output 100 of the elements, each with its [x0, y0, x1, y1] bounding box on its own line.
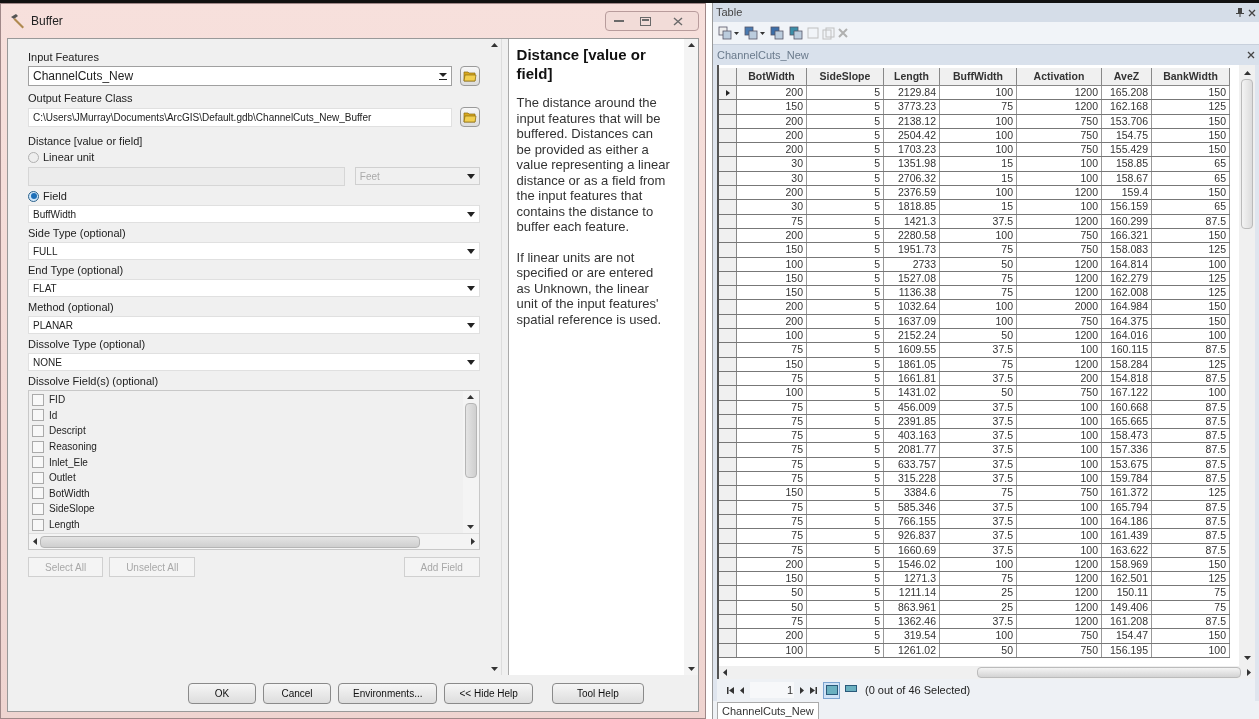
tool-help-button[interactable]: Tool Help — [551, 682, 644, 704]
scroll-arrow-icon[interactable] — [1247, 669, 1251, 676]
close-icon[interactable] — [1247, 51, 1255, 59]
table-cell: 150.11 — [1102, 586, 1152, 600]
scroll-thumb[interactable] — [1241, 79, 1253, 229]
parameter-label: End Type (optional) — [28, 264, 125, 277]
record-number-field[interactable]: 1 — [750, 682, 794, 698]
table-cell: 75 — [940, 100, 1017, 114]
help-scrollbar[interactable] — [684, 39, 698, 675]
dropdown-field[interactable]: FLAT — [28, 279, 480, 297]
table-cell: 5 — [807, 543, 884, 557]
dialog-button[interactable]: Cancel — [263, 682, 331, 704]
horizontal-scrollbar[interactable] — [719, 666, 1255, 679]
scroll-thumb[interactable] — [464, 403, 477, 478]
field-checkbox[interactable]: Descript — [32, 423, 463, 439]
radio-button[interactable] — [28, 190, 39, 202]
dropdown-arrow-icon — [438, 72, 447, 80]
column-header[interactable]: AveZ — [1102, 68, 1152, 85]
browse-folder-button[interactable] — [459, 107, 480, 127]
table-cell: 3384.6 — [884, 486, 940, 500]
scroll-arrow-icon[interactable] — [490, 43, 498, 47]
table-cell: 37.5 — [940, 500, 1017, 514]
input-features-combo[interactable]: ChannelCuts_New — [28, 66, 452, 86]
table-cell: 1951.73 — [884, 243, 940, 257]
column-header[interactable]: Length — [884, 68, 940, 85]
table-cell: 585.346 — [884, 500, 940, 514]
field-checkbox[interactable]: Length — [32, 516, 463, 533]
table-cell: 150 — [737, 271, 807, 286]
first-record-icon[interactable] — [727, 686, 734, 694]
scroll-arrow-icon[interactable] — [687, 43, 695, 47]
dropdown-field[interactable]: BuffWidth — [28, 205, 480, 223]
vertical-scrollbar[interactable] — [1239, 65, 1255, 666]
field-checkbox[interactable]: Id — [32, 407, 463, 424]
field-checkbox[interactable]: FID — [32, 392, 463, 408]
scroll-arrow-icon[interactable] — [1243, 656, 1251, 660]
dropdown-field[interactable]: PLANAR — [28, 316, 480, 334]
last-record-icon[interactable] — [810, 686, 817, 694]
column-header[interactable]: BotWidth — [737, 68, 807, 85]
column-header[interactable]: BankWidth — [1152, 68, 1230, 85]
vertical-scrollbar[interactable] — [462, 391, 479, 533]
table-cell: 150 — [1152, 228, 1230, 243]
scroll-arrow-icon[interactable] — [33, 538, 37, 545]
table-cell: 87.5 — [1152, 400, 1230, 414]
table-tab[interactable]: ChannelCuts_New — [717, 702, 819, 719]
dialog-button[interactable]: Environments... — [338, 682, 438, 704]
table-cell: 75 — [737, 529, 807, 543]
table-cell: 125 — [1152, 286, 1230, 300]
table-cell: 125 — [1152, 486, 1230, 500]
scroll-arrow-icon[interactable] — [467, 525, 475, 529]
radio-button[interactable] — [28, 151, 39, 163]
scroll-thumb[interactable] — [977, 667, 1241, 678]
scroll-arrow-icon[interactable] — [467, 395, 475, 399]
scroll-arrow-icon[interactable] — [470, 538, 475, 545]
view-toggle-button[interactable] — [823, 681, 840, 699]
column-header[interactable]: BuffWidth — [940, 68, 1017, 85]
scroll-arrow-icon[interactable] — [687, 667, 695, 671]
scroll-thumb[interactable] — [40, 535, 420, 548]
column-header[interactable]: SideSlope — [807, 68, 884, 85]
dropdown-field[interactable]: NONE — [28, 353, 480, 371]
table-cell: 5 — [807, 429, 884, 443]
output-path-field[interactable]: C:\Users\JMurray\Documents\ArcGIS\Default.gdb\ChannelCuts_New_Buffer — [28, 107, 452, 127]
table-cell: 158.473 — [1102, 429, 1152, 443]
previous-record-icon[interactable] — [740, 686, 744, 694]
table-cell: 750 — [1017, 314, 1102, 329]
table-cell: 319.54 — [884, 629, 940, 643]
radio-label[interactable]: Linear unit — [43, 148, 95, 166]
table-cell: 1527.08 — [884, 271, 940, 286]
table-cell: 100 — [1017, 171, 1102, 186]
table-cell: 166.321 — [1102, 228, 1152, 243]
next-record-icon[interactable] — [800, 686, 804, 694]
field-checkbox[interactable]: SideSlope — [32, 501, 463, 517]
linear-distance-field[interactable] — [28, 167, 345, 186]
dialog-button[interactable]: OK — [188, 682, 256, 704]
table-cell: 1703.23 — [884, 143, 940, 157]
table-cell: 5 — [807, 86, 884, 100]
horizontal-scrollbar[interactable] — [29, 533, 479, 549]
table-cell: 65 — [1152, 171, 1230, 186]
pin-icon[interactable] — [1236, 8, 1244, 17]
scroll-arrow-icon[interactable] — [1243, 71, 1251, 75]
field-checkbox[interactable]: Reasoning — [32, 438, 463, 455]
dropdown-field[interactable]: FULL — [28, 242, 480, 260]
table-cell: 100 — [1017, 414, 1102, 429]
dialog-button[interactable]: << Hide Help — [444, 682, 533, 704]
field-checkbox[interactable]: Outlet — [32, 469, 463, 486]
table-cell: 50 — [940, 643, 1017, 657]
field-checkbox[interactable]: BotWidth — [32, 485, 463, 502]
close-icon[interactable] — [1248, 8, 1256, 17]
scroll-arrow-icon[interactable] — [723, 669, 727, 676]
scroll-arrow-icon[interactable] — [490, 667, 498, 671]
field-checkbox[interactable]: Inlet_Ele — [32, 454, 463, 470]
column-header[interactable]: Activation — [1017, 68, 1102, 85]
radio-label[interactable]: Field — [43, 187, 67, 205]
table-cell: 5 — [807, 371, 884, 386]
table-cell: 5 — [807, 300, 884, 314]
browse-folder-button[interactable] — [459, 66, 480, 86]
row-selector[interactable] — [719, 86, 737, 100]
table-cell: 100 — [1152, 386, 1230, 400]
table-cell: 2733 — [884, 257, 940, 271]
parameter-label: Dissolve Type (optional) — [28, 338, 147, 351]
table-cell: 100 — [1017, 429, 1102, 443]
